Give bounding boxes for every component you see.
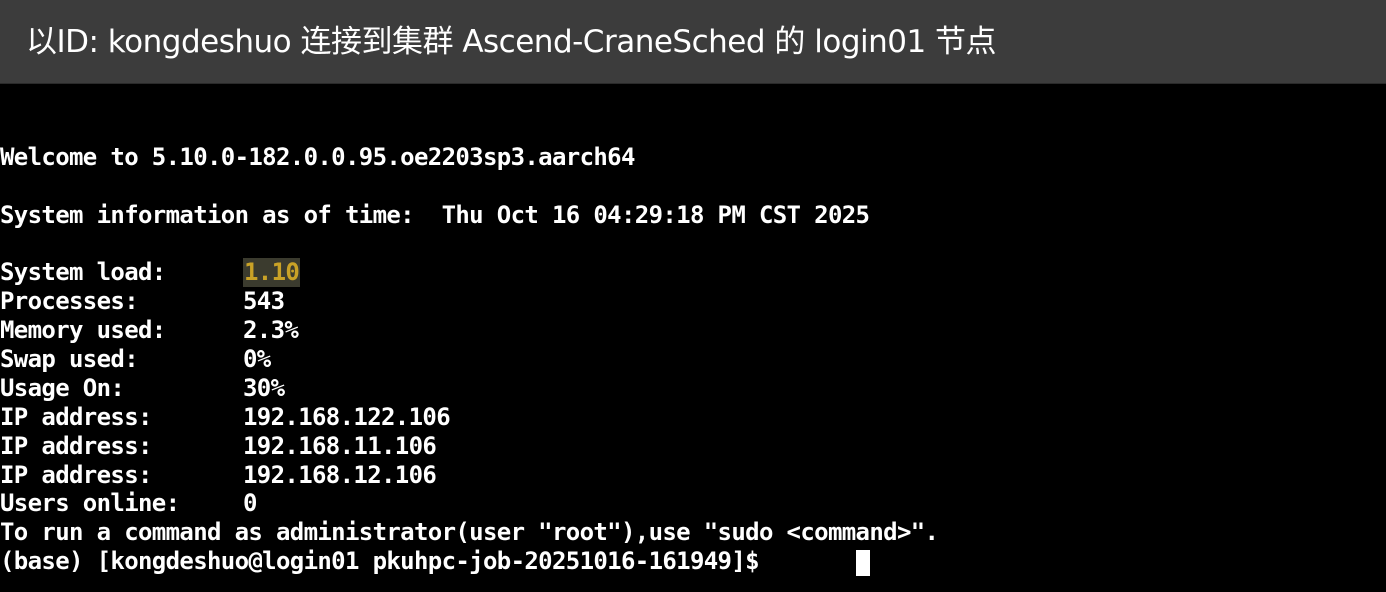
shell-prompt[interactable]: (base) [kongdeshuo@login01 pkuhpc-job-20… (0, 547, 773, 576)
title-bar: 以ID: kongdeshuo 连接到集群 Ascend-CraneSched … (0, 0, 1386, 84)
terminal-output[interactable]: Welcome to 5.10.0-182.0.0.95.oe2203sp3.a… (0, 85, 1386, 592)
stat-label: IP address: (0, 461, 152, 489)
stat-label: Usage On: (0, 374, 125, 402)
admin-hint-line: To run a command as administrator(user "… (0, 518, 939, 546)
stat-row-processes: Processes: 543 (0, 287, 285, 316)
stat-value: 192.168.12.106 (243, 461, 437, 489)
stat-value: 30% (243, 374, 285, 402)
sysinfo-line: System information as of time: Thu Oct 1… (0, 201, 870, 229)
stat-value: 2.3% (243, 316, 299, 344)
stat-row-usage-on: Usage On: 30% (0, 374, 285, 403)
stat-value: 0 (243, 489, 257, 517)
stat-row-system-load: System load: 1.10 (0, 258, 301, 287)
window-title: 以ID: kongdeshuo 连接到集群 Ascend-CraneSched … (26, 24, 997, 60)
stat-label: Processes: (0, 287, 139, 315)
stat-label: Users online: (0, 489, 180, 517)
stat-row-ip-address: IP address: 192.168.12.106 (0, 461, 437, 490)
stat-value: 192.168.11.106 (243, 432, 437, 460)
stat-value-highlighted: 1.10 (243, 258, 301, 287)
stat-value: 192.168.122.106 (243, 403, 451, 431)
stat-row-users-online: Users online: 0 (0, 489, 257, 518)
stat-label: System load: (0, 258, 166, 286)
stat-row-swap-used: Swap used: 0% (0, 345, 271, 374)
stat-row-ip-address: IP address: 192.168.11.106 (0, 432, 437, 461)
stat-label: IP address: (0, 432, 152, 460)
stat-value: 0% (243, 345, 271, 373)
stat-row-memory-used: Memory used: 2.3% (0, 316, 299, 345)
text-cursor (856, 550, 870, 576)
stat-label: Memory used: (0, 316, 166, 344)
stat-label: Swap used: (0, 345, 139, 373)
stat-row-ip-address: IP address: 192.168.122.106 (0, 403, 451, 432)
welcome-line: Welcome to 5.10.0-182.0.0.95.oe2203sp3.a… (0, 143, 635, 171)
stat-label: IP address: (0, 403, 152, 431)
stat-value: 543 (243, 287, 285, 315)
